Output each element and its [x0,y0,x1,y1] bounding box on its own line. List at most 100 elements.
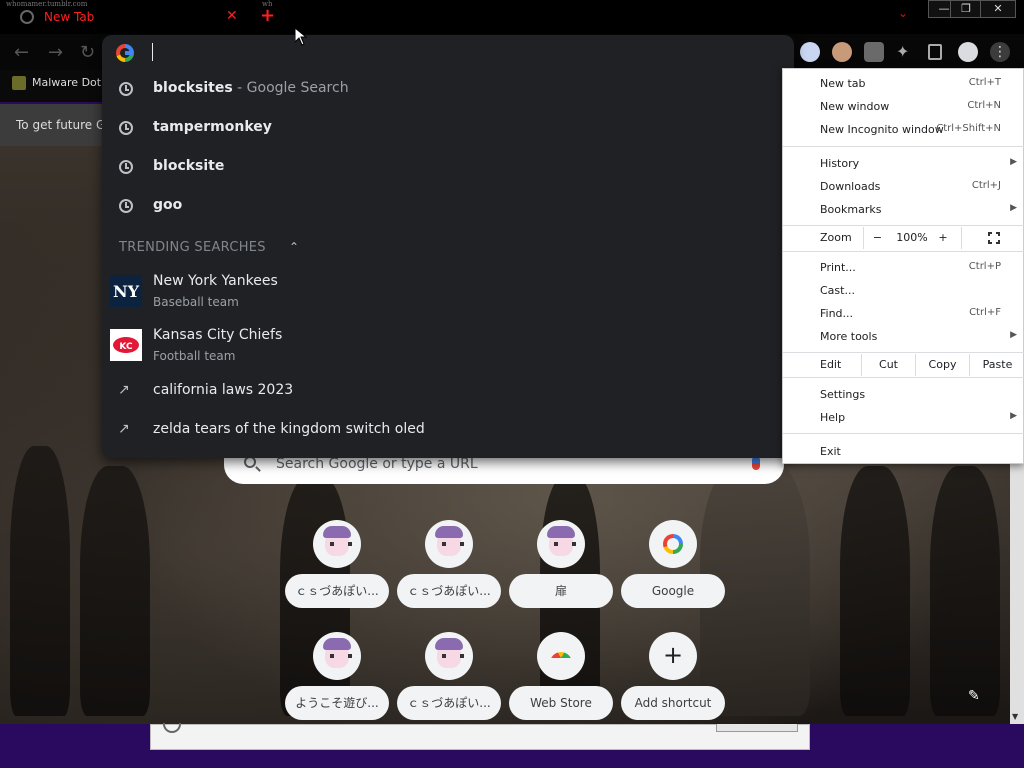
shortcut-label: ｃｓづあぽい... [397,574,501,608]
back-button[interactable]: ← [14,42,29,63]
shortcut-icon-circle [313,632,361,680]
shortcut-tile[interactable]: ようこそ遊び... [285,632,389,732]
fullscreen-button[interactable] [961,227,1024,249]
trending-text: zelda tears of the kingdom switch oled [153,421,425,437]
cut-button[interactable]: Cut [861,354,915,376]
background-figure [840,466,910,716]
menu-label: Help [820,411,846,424]
menu-item-bookmarks[interactable]: Bookmarks ▶ [783,199,1024,221]
menu-item-more-tools[interactable]: More tools ▶ [783,326,1024,348]
avatar-extension-icon[interactable] [832,42,852,62]
background-figure [10,446,70,716]
history-clock-icon [119,199,133,213]
zoom-level: 100% [896,231,928,244]
background-figure [930,466,1000,716]
restore-button[interactable]: ❐ [950,0,982,18]
svg-text:NY: NY [113,282,140,301]
forward-button[interactable]: → [48,42,63,63]
yankees-logo-icon: NY [110,275,142,307]
menu-separator [783,433,1024,434]
suggestion-row[interactable]: goo [102,188,794,226]
suggestion-text: blocksite [153,158,225,174]
zoom-out-button[interactable]: − [863,227,891,249]
customize-pencil-icon[interactable]: ✎ [968,688,980,704]
menu-item-settings[interactable]: Settings [783,384,1024,406]
menu-item-new-tab[interactable]: New tab Ctrl+T [783,73,1024,95]
scrollbar[interactable] [1010,464,1024,724]
shortcut-label: ｃｓづあぽい... [285,574,389,608]
bookmark-label: Malware Dot... [32,76,112,89]
collapse-chevron-icon[interactable]: ⌃ [289,240,299,254]
paste-button[interactable]: Paste [969,354,1024,376]
menu-item-history[interactable]: History ▶ [783,153,1024,175]
suggestion-row[interactable]: tampermonkey [102,110,794,148]
menu-label: New Incognito window [820,123,944,136]
shortcut-icon-circle: + [649,632,697,680]
more-menu-icon[interactable]: ⋮ [990,42,1010,62]
google-icon [663,534,683,554]
history-clock-icon [119,160,133,174]
entity-suggestion[interactable]: KC Kansas City Chiefs Football team [102,321,794,371]
trending-row[interactable]: ↗ california laws 2023 [102,373,794,411]
menu-item-cast[interactable]: Cast... [783,280,1024,302]
trending-text: california laws 2023 [153,382,294,398]
menu-item-print[interactable]: Print... Ctrl+P [783,257,1024,279]
new-tab-button[interactable]: + [260,5,275,26]
menu-label: Print... [820,261,856,274]
trending-arrow-icon: ↗ [118,382,130,398]
scroll-down-arrow-icon[interactable]: ▼ [1012,712,1018,721]
google-icon [116,44,134,62]
menu-label: Find... [820,307,854,320]
menu-item-exit[interactable]: Exit [783,441,1024,463]
edit-label: Edit [820,358,842,371]
menu-label: Downloads [820,180,881,193]
menu-item-new-incognito[interactable]: New Incognito window Ctrl+Shift+N [783,119,1024,141]
menu-item-downloads[interactable]: Downloads Ctrl+J [783,176,1024,198]
chrome-icon [20,10,34,24]
shortcut-tile[interactable]: ｃｓづあぽい... [285,520,389,620]
microphone-icon[interactable] [752,456,760,470]
shortcut-tile[interactable]: Web Store [509,632,613,732]
menu-label: Cast... [820,284,855,297]
shortcut-tile[interactable]: ｃｓづあぽい... [397,520,501,620]
shortcut-label: Web Store [509,686,613,720]
extension-icon[interactable] [864,42,884,62]
shortcut-tile[interactable]: 扉 [509,520,613,620]
menu-shortcut: Ctrl+J [971,180,1001,191]
tab-search-icon[interactable]: ⌄ [898,6,908,20]
text-caret [152,43,153,61]
copy-button[interactable]: Copy [915,354,969,376]
zoom-in-button[interactable]: + [931,227,955,249]
suggestion-text: blocksites - Google Search [153,80,349,96]
window-fragment [163,723,181,733]
profile-avatar-icon[interactable] [958,42,978,62]
entity-subtitle: Baseball team [153,295,239,309]
reload-button[interactable]: ↻ [80,42,95,63]
entity-suggestion[interactable]: NY New York Yankees Baseball team [102,267,794,317]
extensions-puzzle-icon[interactable]: ✦ [896,42,916,62]
shortcut-tile[interactable]: Google [621,520,725,620]
tab-close-icon[interactable]: ✕ [226,8,238,24]
shortcut-icon-circle [425,632,473,680]
menu-item-new-window[interactable]: New window Ctrl+N [783,96,1024,118]
shortcut-icon-circle [537,632,585,680]
menu-separator [783,377,1024,378]
trending-row[interactable]: ↗ zelda tears of the kingdom switch oled [102,412,794,450]
profile-extension-icon[interactable] [800,42,820,62]
background-figure [80,466,150,716]
history-clock-icon [119,82,133,96]
close-window-button[interactable]: ✕ [980,0,1016,18]
suggestion-row[interactable]: blocksite [102,149,794,187]
menu-label: Bookmarks [820,203,882,216]
add-shortcut-button[interactable]: + Add shortcut [621,632,725,732]
tab-new-tab[interactable]: New Tab ✕ [8,2,248,32]
side-panel-icon[interactable] [928,44,942,60]
window-fragment-button [716,724,798,732]
shortcut-tile[interactable]: ｃｓづあぽい... [397,632,501,732]
menu-item-help[interactable]: Help ▶ [783,407,1024,429]
bookmark-item[interactable]: Malware Dot... [12,76,112,90]
suggestion-row[interactable]: blocksites - Google Search [102,71,794,109]
menu-item-find[interactable]: Find... Ctrl+F [783,303,1024,325]
omnibox-input[interactable] [102,35,794,71]
bookmark-favicon-icon [12,76,26,90]
